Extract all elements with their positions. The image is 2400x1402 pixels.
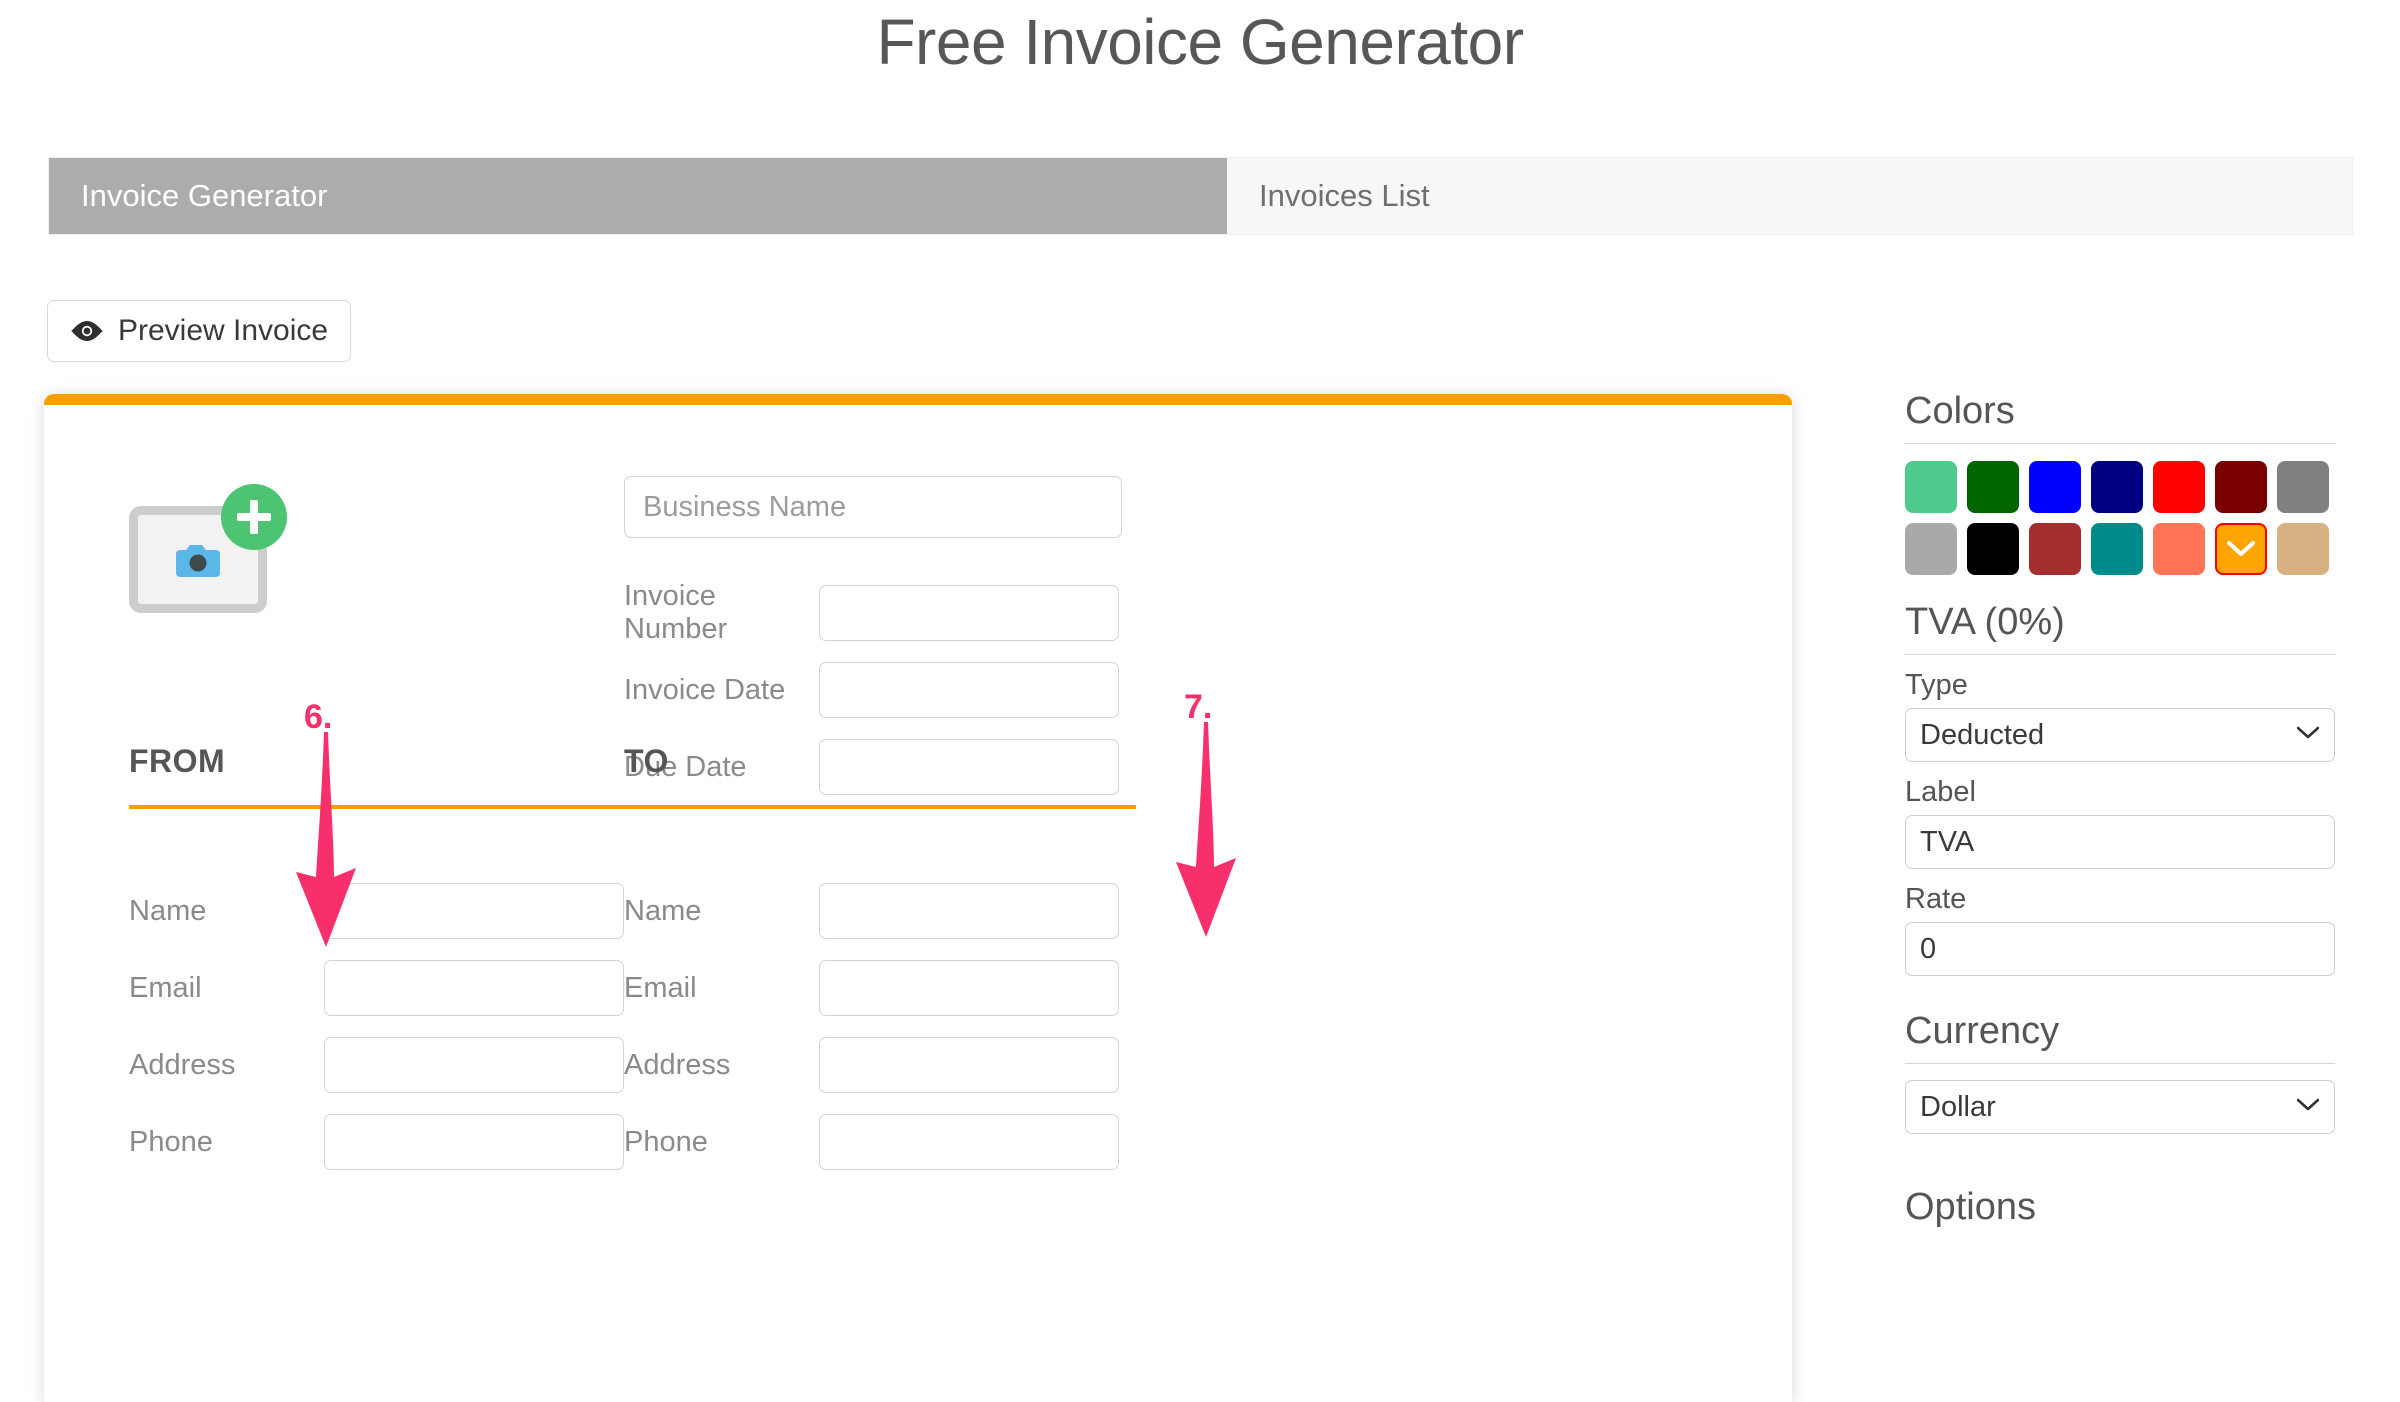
currency-select-wrap: Dollar <box>1905 1080 2335 1134</box>
color-swatch-grid <box>1905 461 2335 575</box>
preview-invoice-button[interactable]: Preview Invoice <box>47 300 352 362</box>
tva-type-label: Type <box>1905 669 1968 701</box>
color-swatch-12[interactable] <box>2215 523 2267 575</box>
to-address-input[interactable] <box>819 1037 1119 1093</box>
to-phone-label: Phone <box>624 1125 708 1158</box>
options-section-title: Options <box>1905 1186 2036 1228</box>
tab-invoices-list[interactable]: Invoices List <box>1227 158 2352 234</box>
invoice-number-row: Invoice Number <box>624 580 1122 645</box>
from-address-label: Address <box>129 1048 236 1081</box>
to-phone-input[interactable] <box>819 1114 1119 1170</box>
from-name-label: Name <box>129 894 207 927</box>
from-phone-input[interactable] <box>324 1114 624 1170</box>
from-email-row: Email <box>129 960 641 1016</box>
invoice-date-input[interactable] <box>819 662 1119 718</box>
due-date-input[interactable] <box>819 739 1119 795</box>
to-phone-row: Phone <box>624 1114 1136 1170</box>
color-swatch-5[interactable] <box>2215 461 2267 513</box>
from-phone-row: Phone <box>129 1114 641 1170</box>
from-heading: FROM <box>129 743 226 779</box>
from-address-input[interactable] <box>324 1037 624 1093</box>
tab-invoices-list-label: Invoices List <box>1259 178 1430 213</box>
business-name-input[interactable] <box>624 476 1122 538</box>
to-divider <box>624 805 1136 809</box>
eye-icon <box>71 321 103 341</box>
to-email-row: Email <box>624 960 1136 1016</box>
invoice-date-row: Invoice Date <box>624 662 1122 718</box>
tva-rate-label: Rate <box>1905 883 1967 915</box>
from-email-label: Email <box>129 971 202 1004</box>
camera-icon <box>176 545 220 577</box>
color-swatch-2[interactable] <box>2029 461 2081 513</box>
color-swatch-6[interactable] <box>2277 461 2329 513</box>
to-name-label: Name <box>624 894 702 927</box>
from-email-input[interactable] <box>324 960 624 1016</box>
tva-type-select-wrap: Deducted <box>1905 708 2335 762</box>
to-address-label: Address <box>624 1048 731 1081</box>
tva-label-label: Label <box>1905 776 1976 808</box>
preview-invoice-label: Preview Invoice <box>118 314 329 347</box>
color-swatch-4[interactable] <box>2153 461 2205 513</box>
color-swatch-9[interactable] <box>2029 523 2081 575</box>
color-swatch-0[interactable] <box>1905 461 1957 513</box>
tab-invoice-generator-label: Invoice Generator <box>81 178 328 213</box>
to-heading: TO <box>624 743 669 779</box>
tva-rate-input[interactable] <box>1905 922 2335 976</box>
tva-type-select[interactable]: Deducted <box>1905 708 2335 762</box>
color-swatch-13[interactable] <box>2277 523 2329 575</box>
to-email-input[interactable] <box>819 960 1119 1016</box>
color-swatch-11[interactable] <box>2153 523 2205 575</box>
due-date-row: Due Date <box>624 739 1122 795</box>
invoice-number-label: Invoice Number <box>624 580 728 645</box>
to-address-row: Address <box>624 1037 1136 1093</box>
from-phone-label: Phone <box>129 1125 213 1158</box>
currency-section-title: Currency <box>1905 1010 2335 1064</box>
color-swatch-7[interactable] <box>1905 523 1957 575</box>
tva-label-input[interactable] <box>1905 815 2335 869</box>
tva-section-title: TVA (0%) <box>1905 601 2335 655</box>
tab-bar: Invoice Generator Invoices List <box>48 157 2353 235</box>
tab-invoice-generator[interactable]: Invoice Generator <box>49 158 1227 234</box>
chevron-down-icon <box>2227 541 2255 556</box>
app-root: Free Invoice Generator Invoice Generator… <box>0 0 2400 1402</box>
from-address-row: Address <box>129 1037 641 1093</box>
to-name-input[interactable] <box>819 883 1119 939</box>
from-name-input[interactable] <box>324 883 624 939</box>
from-divider <box>129 805 641 809</box>
colors-section-title: Colors <box>1905 390 2335 444</box>
settings-panel: Colors TVA (0%) Type Deducted Label Rate… <box>1905 390 2335 1239</box>
logo-uploader[interactable] <box>129 484 287 613</box>
color-swatch-8[interactable] <box>1967 523 2019 575</box>
from-name-row: Name <box>129 883 641 939</box>
invoice-date-label: Invoice Date <box>624 673 786 706</box>
plus-circle-icon[interactable] <box>221 484 287 550</box>
page-title: Free Invoice Generator <box>876 6 1524 78</box>
color-swatch-3[interactable] <box>2091 461 2143 513</box>
to-name-row: Name <box>624 883 1136 939</box>
currency-select[interactable]: Dollar <box>1905 1080 2335 1134</box>
color-swatch-1[interactable] <box>1967 461 2019 513</box>
invoice-number-input[interactable] <box>819 585 1119 641</box>
color-swatch-10[interactable] <box>2091 523 2143 575</box>
to-email-label: Email <box>624 971 697 1004</box>
invoice-card: Invoice Number Invoice Date Due Date FRO… <box>44 394 1792 1402</box>
